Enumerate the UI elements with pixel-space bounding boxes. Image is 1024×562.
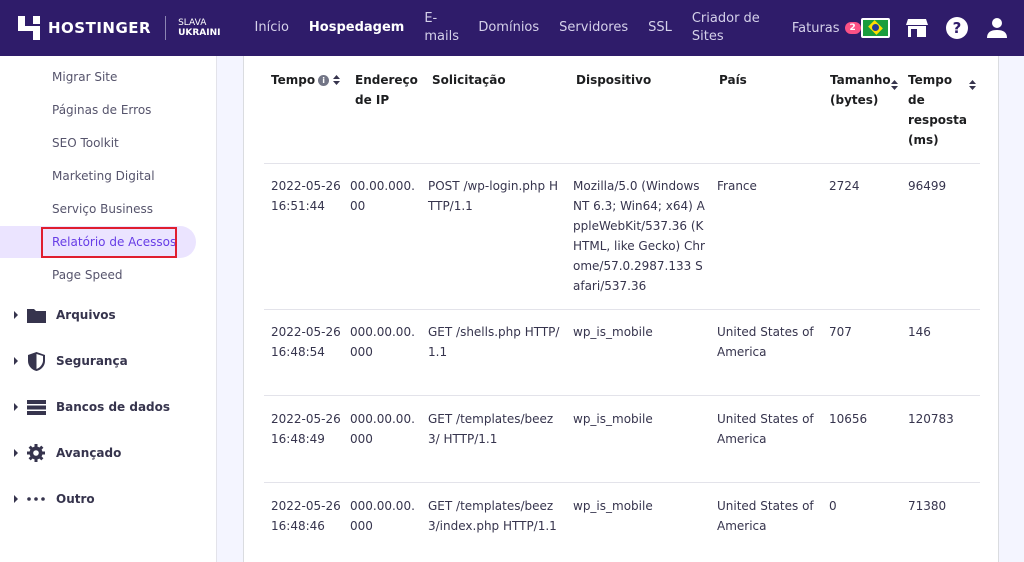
sidebar-item-seo-toolkit[interactable]: SEO Toolkit: [52, 136, 119, 150]
cell-country: United States of America: [717, 325, 814, 359]
cell-request: GET /templates/beez3/index.php HTTP/1.1: [428, 499, 557, 533]
cell-device: Mozilla/5.0 (Windows NT 6.3; Win64; x64)…: [573, 179, 705, 293]
header-tempo-resposta: Tempo de resposta (ms): [908, 73, 968, 147]
cell-country: United States of America: [717, 499, 814, 533]
more-icon: [26, 489, 46, 509]
highlight-annotation-box: [41, 227, 177, 258]
cell-country: United States of America: [717, 412, 814, 446]
slava-ukraini-label: SLAVA UKRAINI: [165, 16, 221, 40]
caret-right-icon: [14, 449, 18, 457]
group-label: Bancos de dados: [56, 400, 171, 414]
gear-icon: [26, 443, 46, 463]
nav-emails[interactable]: E-mails: [424, 10, 459, 46]
svg-text:?: ?: [953, 19, 962, 37]
brand-name: HOSTINGER: [48, 19, 152, 37]
caret-right-icon: [14, 357, 18, 365]
nav-inicio[interactable]: Início: [255, 19, 289, 37]
cell-request: POST /wp-login.php HTTP/1.1: [428, 179, 558, 213]
header-dispositivo: Dispositivo: [576, 73, 652, 87]
sort-icon[interactable]: [969, 75, 976, 94]
hostinger-logo-icon: [18, 16, 40, 40]
sidebar-group-arquivos[interactable]: Arquivos: [14, 305, 116, 325]
header-tempo[interactable]: Tempo i: [271, 70, 351, 91]
caret-right-icon: [14, 311, 18, 319]
sidebar-group-avancado[interactable]: Avançado: [14, 443, 121, 463]
row-divider: [264, 482, 980, 483]
group-label: Arquivos: [56, 308, 116, 322]
faturas-label: Faturas: [791, 20, 840, 36]
sidebar-group-outro[interactable]: Outro: [14, 489, 95, 509]
nav-servidores[interactable]: Servidores: [559, 19, 628, 37]
shield-icon: [26, 351, 46, 371]
sidebar-group-seguranca[interactable]: Segurança: [14, 351, 128, 371]
cell-ip: 000.00.00.000: [350, 412, 415, 446]
sidebar-item-servico-business[interactable]: Serviço Business: [52, 202, 153, 216]
cell-time: 2022-05-26 16:51:44: [271, 179, 341, 213]
nav-ssl[interactable]: SSL: [648, 19, 672, 37]
sidebar-item-page-speed[interactable]: Page Speed: [52, 268, 122, 282]
caret-right-icon: [14, 495, 18, 503]
top-right-actions: ?: [861, 0, 1024, 56]
nav-criador-de-sites[interactable]: Criador de Sites: [692, 10, 764, 46]
top-navigation-bar: HOSTINGER SLAVA UKRAINI Início Hospedage…: [0, 0, 1024, 56]
cell-country: France: [717, 179, 757, 193]
nav-hospedagem[interactable]: Hospedagem: [309, 19, 404, 37]
row-divider: [264, 395, 980, 396]
sort-icon[interactable]: [333, 71, 341, 91]
cell-time: 2022-05-26 16:48:49: [271, 412, 341, 446]
cell-time: 2022-05-26 16:48:46: [271, 499, 341, 533]
header-divider: [264, 163, 980, 164]
user-icon[interactable]: [984, 15, 1010, 41]
cell-request: GET /templates/beez3/ HTTP/1.1: [428, 412, 554, 446]
sidebar-item-migrar-site[interactable]: Migrar Site: [52, 70, 117, 84]
store-icon[interactable]: [904, 15, 930, 41]
cell-device: wp_is_mobile: [573, 412, 653, 426]
cell-response-time: 146: [908, 325, 931, 339]
nav-faturas[interactable]: Faturas 2: [792, 21, 861, 36]
cell-ip: 000.00.00.000: [350, 499, 415, 533]
cell-size: 2724: [829, 179, 860, 193]
cell-size: 10656: [829, 412, 868, 426]
sidebar-item-paginas-de-erros[interactable]: Páginas de Erros: [52, 103, 151, 117]
group-label: Segurança: [56, 354, 128, 368]
cell-response-time: 96499: [908, 179, 947, 193]
help-icon[interactable]: ?: [944, 15, 970, 41]
group-label: Avançado: [56, 446, 122, 460]
sort-icon[interactable]: [891, 75, 898, 94]
sidebar-group-bancos-de-dados[interactable]: Bancos de dados: [14, 397, 170, 417]
cell-time: 2022-05-26 16:48:54: [271, 325, 341, 359]
header-endereco-ip: Endereço de IP: [355, 73, 418, 107]
cell-ip: 00.00.000.00: [350, 179, 415, 213]
access-log-panel: Tempo i Endereço de IP Solicitação Dispos…: [243, 56, 999, 562]
cell-device: wp_is_mobile: [573, 499, 653, 513]
caret-right-icon: [14, 403, 18, 411]
group-label: Outro: [56, 492, 95, 506]
hostinger-logo[interactable]: HOSTINGER SLAVA UKRAINI: [18, 16, 221, 40]
brazil-flag-icon[interactable]: [861, 18, 890, 38]
database-icon: [26, 397, 46, 417]
cell-request: GET /shells.php HTTP/1.1: [428, 325, 560, 359]
cell-response-time: 71380: [908, 499, 947, 513]
cell-size: 707: [829, 325, 852, 339]
cell-ip: 000.00.00.000: [350, 325, 415, 359]
info-icon[interactable]: i: [318, 75, 330, 86]
folder-icon: [26, 305, 46, 325]
cell-response-time: 120783: [908, 412, 954, 426]
faturas-count-badge: 2: [844, 22, 861, 34]
header-pais: País: [719, 73, 747, 87]
cell-size: 0: [829, 499, 837, 513]
cell-device: wp_is_mobile: [573, 325, 653, 339]
sidebar-item-marketing-digital[interactable]: Marketing Digital: [52, 169, 155, 183]
nav-dominios[interactable]: Domínios: [478, 19, 539, 37]
main-nav: Início Hospedagem E-mails Domínios Servi…: [255, 0, 861, 56]
header-solicitacao: Solicitação: [432, 73, 506, 87]
row-divider: [264, 309, 980, 310]
sidebar: Migrar Site Páginas de Erros SEO Toolkit…: [0, 56, 217, 562]
